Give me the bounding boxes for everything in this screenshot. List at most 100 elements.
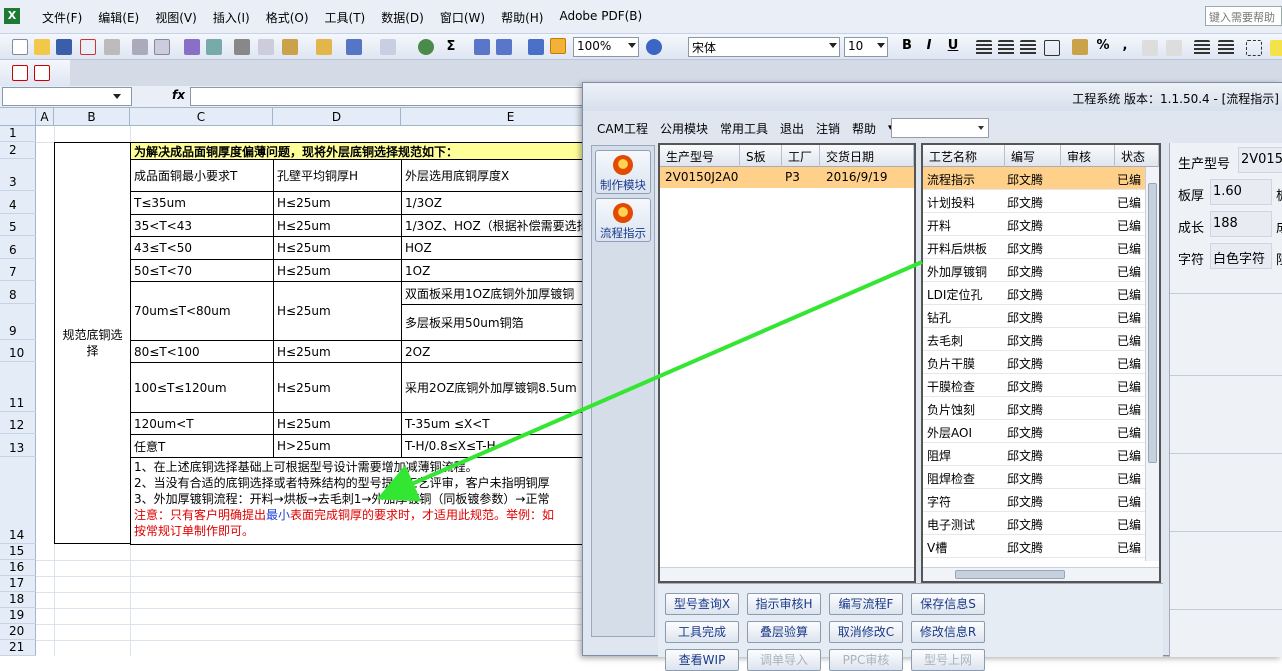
table-row[interactable]: 干膜检查 邱文腾 已编 xyxy=(923,374,1147,397)
table-cell[interactable]: 35<T<43 xyxy=(130,214,274,237)
table-row[interactable]: LDI定位孔 邱文腾 已编 xyxy=(923,282,1147,305)
row-header[interactable]: 16 xyxy=(0,560,36,576)
row-header[interactable]: 3 xyxy=(0,159,36,191)
table-cell[interactable]: H≤25um xyxy=(273,236,402,260)
row-header[interactable]: 11 xyxy=(0,362,36,412)
table-row[interactable]: V槽 邱文腾 已编 xyxy=(923,535,1147,558)
row-header[interactable]: 9 xyxy=(0,304,36,340)
cam-menu-item[interactable]: 公用模块 xyxy=(654,120,714,137)
column-header[interactable]: B xyxy=(54,108,130,126)
row-header[interactable]: 18 xyxy=(0,592,36,608)
cam-menu-item[interactable]: CAM工程 xyxy=(591,120,654,137)
help-icon[interactable] xyxy=(646,39,662,55)
pdf-convert-icon[interactable] xyxy=(12,65,28,81)
help-search-input[interactable]: 键入需要帮助 xyxy=(1205,6,1282,26)
column-header[interactable]: 生产型号 xyxy=(660,145,740,167)
align-right-icon[interactable] xyxy=(1020,40,1036,56)
save-icon[interactable] xyxy=(56,39,72,55)
column-header[interactable]: 工艺名称 xyxy=(923,145,1005,167)
align-left-icon[interactable] xyxy=(976,40,992,56)
borders-icon[interactable] xyxy=(1246,40,1262,56)
menu-format[interactable]: 格式(O) xyxy=(258,9,317,26)
table-row[interactable]: 去毛刺 邱文腾 已编 xyxy=(923,328,1147,351)
font-size-select[interactable]: 10 xyxy=(844,37,888,57)
print-icon[interactable] xyxy=(132,39,148,55)
table-row[interactable]: 开料后烘板 邱文腾 已编 xyxy=(923,236,1147,259)
write-flow-button[interactable]: 编写流程F xyxy=(829,593,903,615)
print-preview-icon[interactable] xyxy=(154,39,170,55)
menu-adobe-pdf[interactable]: Adobe PDF(B) xyxy=(551,9,650,26)
decrease-indent-icon[interactable] xyxy=(1194,40,1210,56)
table-row[interactable]: 电子测试 邱文腾 已编 xyxy=(923,512,1147,535)
table-row[interactable]: 开料 邱文腾 已编 xyxy=(923,213,1147,236)
row-header[interactable]: 4 xyxy=(0,191,36,214)
row-header[interactable]: 1 xyxy=(0,126,36,142)
row-header[interactable]: 8 xyxy=(0,281,36,304)
name-box[interactable] xyxy=(2,87,132,106)
row-header[interactable]: 10 xyxy=(0,340,36,362)
table-cell[interactable]: 50≤T<70 xyxy=(130,259,274,282)
cam-menu-item[interactable]: 退出 xyxy=(774,120,810,137)
column-header[interactable]: 编写 xyxy=(1005,145,1061,167)
cam-module-select[interactable] xyxy=(891,118,989,138)
hyperlink-icon[interactable] xyxy=(418,39,434,55)
table-cell[interactable]: H≤25um xyxy=(273,281,402,341)
insert-function-icon[interactable]: fx xyxy=(172,88,185,102)
redo-icon[interactable] xyxy=(380,39,396,55)
column-header[interactable]: C xyxy=(130,108,273,126)
row-header[interactable]: 17 xyxy=(0,576,36,592)
column-header[interactable]: A xyxy=(36,108,54,126)
row-header[interactable]: 21 xyxy=(0,640,36,656)
table-cell[interactable]: 120um<T xyxy=(130,412,274,435)
menu-view[interactable]: 视图(V) xyxy=(147,9,205,26)
table-row[interactable]: 流程指示 邱文腾 已编 xyxy=(923,167,1147,190)
scrollbar-thumb[interactable] xyxy=(1148,183,1157,463)
column-header[interactable]: 状态 xyxy=(1115,145,1159,167)
character-field[interactable]: 白色字符 xyxy=(1210,243,1272,269)
percent-button[interactable]: % xyxy=(1094,38,1112,53)
menu-window[interactable]: 窗口(W) xyxy=(432,9,493,26)
horizontal-scrollbar[interactable] xyxy=(923,567,1159,581)
view-wip-button[interactable]: 查看WIP xyxy=(665,649,739,671)
tool-complete-button[interactable]: 工具完成 xyxy=(665,621,739,643)
italic-button[interactable]: I xyxy=(920,38,938,53)
header-cell[interactable]: 孔壁平均铜厚H xyxy=(273,159,402,192)
table-row[interactable]: 负片蚀刻 邱文腾 已编 xyxy=(923,397,1147,420)
chart-wizard-icon[interactable] xyxy=(528,39,544,55)
increase-indent-icon[interactable] xyxy=(1218,40,1234,56)
table-cell[interactable]: 43≤T<50 xyxy=(130,236,274,260)
select-all-corner[interactable] xyxy=(0,108,36,126)
column-header[interactable]: 工厂 xyxy=(782,145,820,167)
row-header[interactable]: 2 xyxy=(0,142,36,159)
header-cell[interactable]: 成品面铜最小要求T xyxy=(130,159,274,192)
currency-icon[interactable] xyxy=(1072,39,1088,55)
email-icon[interactable] xyxy=(104,39,120,55)
row-header[interactable]: 19 xyxy=(0,608,36,624)
autosum-icon[interactable]: Σ xyxy=(442,39,460,54)
underline-button[interactable]: U xyxy=(944,38,962,53)
table-cell[interactable]: H≤25um xyxy=(273,259,402,282)
table-cell[interactable]: H≤25um xyxy=(273,340,402,363)
sort-descending-icon[interactable] xyxy=(496,39,512,55)
cancel-edit-button[interactable]: 取消修改C xyxy=(829,621,903,643)
query-model-button[interactable]: 型号查询X xyxy=(665,593,739,615)
drawing-icon[interactable] xyxy=(550,38,566,54)
permission-icon[interactable] xyxy=(80,39,96,55)
row-header[interactable]: 14 xyxy=(0,457,36,544)
comma-button[interactable]: , xyxy=(1116,38,1134,53)
table-cell[interactable]: 任意T xyxy=(130,434,274,458)
vertical-scrollbar[interactable] xyxy=(1145,167,1159,561)
row-header[interactable]: 12 xyxy=(0,412,36,434)
row-header[interactable]: 15 xyxy=(0,544,36,560)
copy-icon[interactable] xyxy=(258,39,274,55)
table-cell[interactable]: 100≤T≤120um xyxy=(130,362,274,413)
undo-icon[interactable] xyxy=(346,39,362,55)
menu-edit[interactable]: 编辑(E) xyxy=(90,9,147,26)
cam-menu-item[interactable]: 注销 xyxy=(810,120,846,137)
format-painter-icon[interactable] xyxy=(316,39,332,55)
table-row[interactable]: 外加厚镀铜 邱文腾 已编 xyxy=(923,259,1147,282)
row-header[interactable]: 13 xyxy=(0,434,36,457)
zoom-select[interactable]: 100% xyxy=(573,37,639,57)
align-center-icon[interactable] xyxy=(998,40,1014,56)
row-header[interactable]: 5 xyxy=(0,214,36,236)
